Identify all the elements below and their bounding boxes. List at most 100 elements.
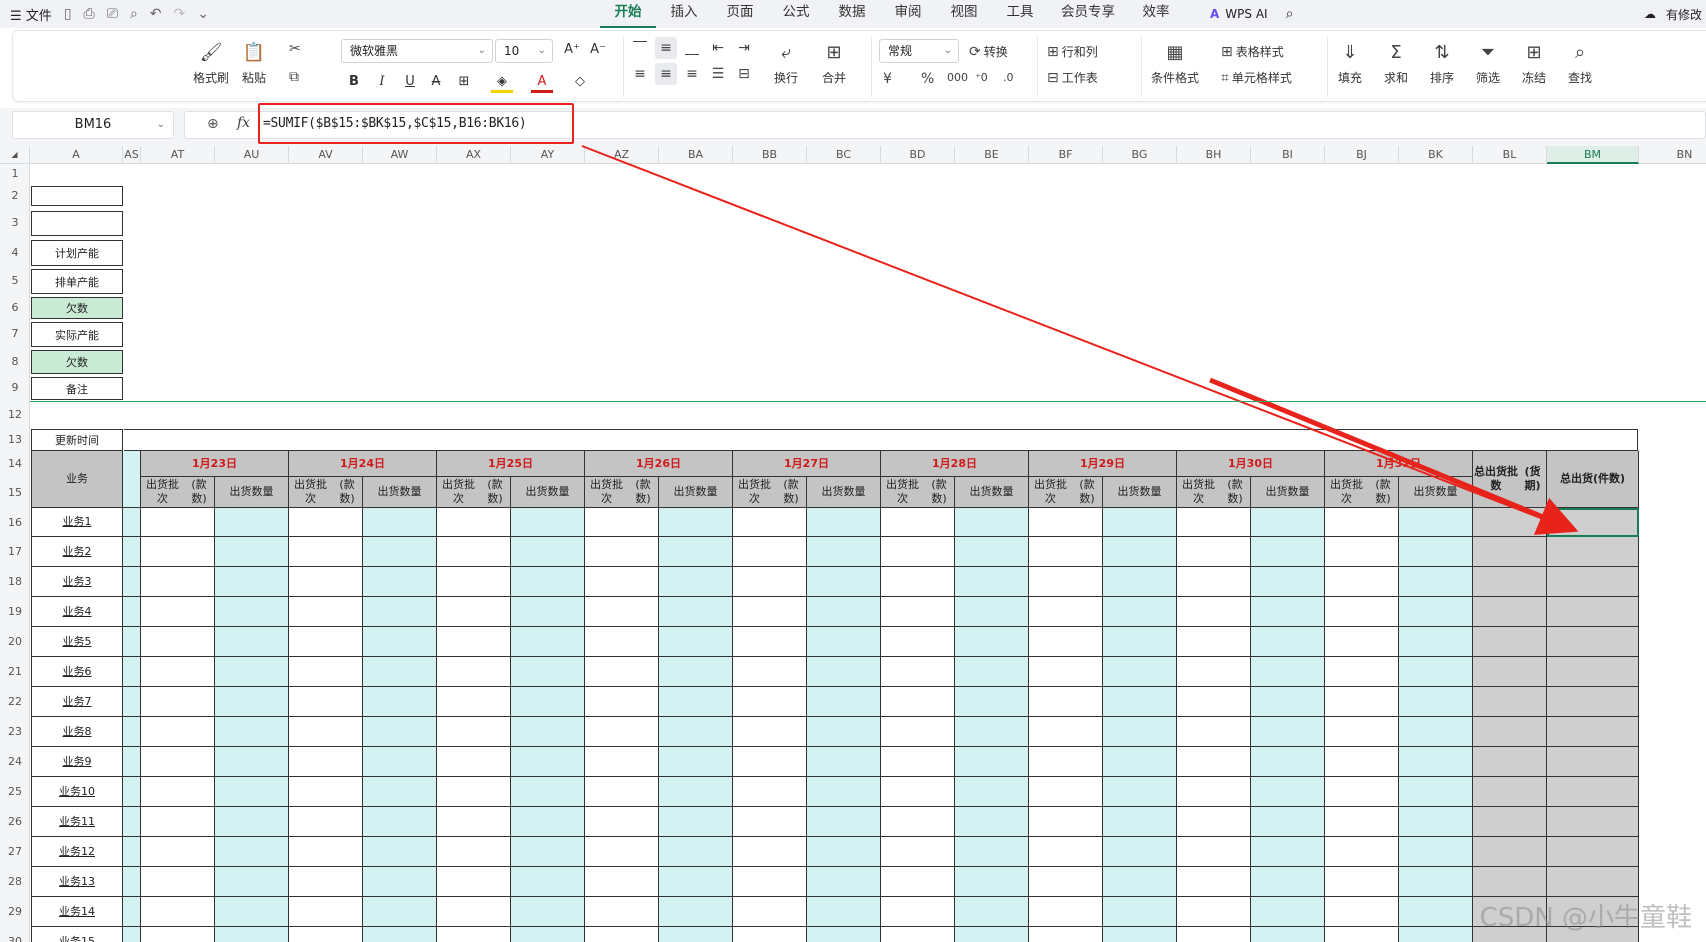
data-cell[interactable]: [1103, 717, 1177, 747]
date-header-2[interactable]: 1月25日: [437, 451, 585, 477]
data-cell[interactable]: [659, 597, 733, 627]
data-cell[interactable]: [511, 897, 585, 927]
data-cell[interactable]: [585, 747, 659, 777]
data-cell[interactable]: [659, 777, 733, 807]
row-header-30[interactable]: 30: [0, 927, 30, 942]
qty-subheader[interactable]: 出货 数量: [659, 477, 733, 508]
date-header-6[interactable]: 1月29日: [1029, 451, 1177, 477]
strikethrough-icon[interactable]: A: [425, 71, 447, 93]
label-0[interactable]: 计划产能: [31, 240, 123, 266]
sum-button[interactable]: Σ 求和: [1383, 39, 1409, 86]
column-header-az[interactable]: AZ: [585, 146, 659, 164]
batch-subheader[interactable]: 出货批次 (款数): [733, 477, 807, 508]
col-as-cell[interactable]: [123, 837, 141, 867]
row-header-8[interactable]: 8: [0, 348, 30, 375]
row-header-3[interactable]: 3: [0, 207, 30, 238]
data-cell[interactable]: [733, 508, 807, 537]
row-header-17[interactable]: 17: [0, 537, 30, 567]
data-cell[interactable]: [437, 537, 511, 567]
data-cell[interactable]: [289, 897, 363, 927]
data-cell[interactable]: [437, 567, 511, 597]
data-cell[interactable]: [141, 747, 215, 777]
total-qty-cell[interactable]: [1547, 717, 1639, 747]
biz-name-5[interactable]: 业务5: [31, 627, 123, 657]
data-cell[interactable]: [1325, 657, 1399, 687]
tab-9[interactable]: 效率: [1128, 0, 1184, 28]
date-header-3[interactable]: 1月26日: [585, 451, 733, 477]
tab-4[interactable]: 数据: [824, 0, 880, 28]
data-cell[interactable]: [141, 687, 215, 717]
data-cell[interactable]: [733, 597, 807, 627]
column-header-bd[interactable]: BD: [881, 146, 955, 164]
col-as-cell[interactable]: [123, 537, 141, 567]
underline-icon[interactable]: U: [399, 71, 421, 93]
column-header-aw[interactable]: AW: [363, 146, 437, 164]
clear-format-icon[interactable]: ◇: [569, 71, 591, 93]
data-cell[interactable]: [1325, 567, 1399, 597]
data-cell[interactable]: [1399, 687, 1473, 717]
data-cell[interactable]: [1251, 747, 1325, 777]
column-header-av[interactable]: AV: [289, 146, 363, 164]
bold-icon[interactable]: B: [343, 71, 365, 93]
data-cell[interactable]: [363, 537, 437, 567]
row-header-22[interactable]: 22: [0, 687, 30, 717]
wps-ai-button[interactable]: WPS AI: [1225, 7, 1267, 21]
data-cell[interactable]: [1399, 508, 1473, 537]
data-cell[interactable]: [659, 687, 733, 717]
data-cell[interactable]: [1103, 508, 1177, 537]
biz-name-4[interactable]: 业务4: [31, 597, 123, 627]
data-cell[interactable]: [1251, 807, 1325, 837]
batch-subheader[interactable]: 出货批次 (款数): [881, 477, 955, 508]
qty-subheader[interactable]: 出货 数量: [363, 477, 437, 508]
row-header-9[interactable]: 9: [0, 375, 30, 401]
data-cell[interactable]: [437, 807, 511, 837]
qty-subheader[interactable]: 出货 数量: [215, 477, 289, 508]
data-cell[interactable]: [289, 837, 363, 867]
data-cell[interactable]: [363, 747, 437, 777]
date-header-8[interactable]: 1月31日: [1325, 451, 1473, 477]
data-cell[interactable]: [289, 508, 363, 537]
total-batch-cell[interactable]: [1473, 567, 1547, 597]
increase-decimal-icon[interactable]: ⁺0: [975, 71, 988, 84]
data-cell[interactable]: [1029, 597, 1103, 627]
data-cell[interactable]: [1399, 927, 1473, 942]
col-as-cell[interactable]: [123, 897, 141, 927]
data-cell[interactable]: [1103, 597, 1177, 627]
data-cell[interactable]: [1251, 657, 1325, 687]
data-cell[interactable]: [437, 657, 511, 687]
column-header-ay[interactable]: AY: [511, 146, 585, 164]
font-size-select[interactable]: 10 ⌄: [495, 39, 553, 63]
data-cell[interactable]: [881, 867, 955, 897]
data-cell[interactable]: [141, 927, 215, 942]
column-header-ba[interactable]: BA: [659, 146, 733, 164]
biz-link[interactable]: 业务12: [59, 845, 95, 859]
data-cell[interactable]: [1103, 867, 1177, 897]
data-cell[interactable]: [585, 687, 659, 717]
total-batch-cell[interactable]: [1473, 777, 1547, 807]
column-header-ax[interactable]: AX: [437, 146, 511, 164]
column-header-be[interactable]: BE: [955, 146, 1029, 164]
decrease-decimal-icon[interactable]: .0: [1003, 71, 1014, 84]
biz-name-14[interactable]: 业务14: [31, 897, 123, 927]
data-cell[interactable]: [141, 597, 215, 627]
find-button[interactable]: ⌕ 查找: [1567, 39, 1593, 86]
batch-subheader[interactable]: 出货批次 (款数): [1325, 477, 1399, 508]
data-cell[interactable]: [1103, 747, 1177, 777]
total-batch-cell[interactable]: [1473, 597, 1547, 627]
data-cell[interactable]: [437, 508, 511, 537]
total-qty-cell[interactable]: [1547, 777, 1639, 807]
column-header-bg[interactable]: BG: [1103, 146, 1177, 164]
data-cell[interactable]: [1399, 537, 1473, 567]
font-name-select[interactable]: 微软雅黑 ⌄: [341, 39, 493, 63]
column-header-bh[interactable]: BH: [1177, 146, 1251, 164]
data-cell[interactable]: [511, 927, 585, 942]
col-as-cell[interactable]: [123, 747, 141, 777]
data-cell[interactable]: [141, 508, 215, 537]
tab-5[interactable]: 审阅: [880, 0, 936, 28]
data-cell[interactable]: [1177, 597, 1251, 627]
data-cell[interactable]: [1029, 627, 1103, 657]
data-cell[interactable]: [807, 567, 881, 597]
data-cell[interactable]: [1325, 627, 1399, 657]
row-header-18[interactable]: 18: [0, 567, 30, 597]
data-cell[interactable]: [1029, 747, 1103, 777]
